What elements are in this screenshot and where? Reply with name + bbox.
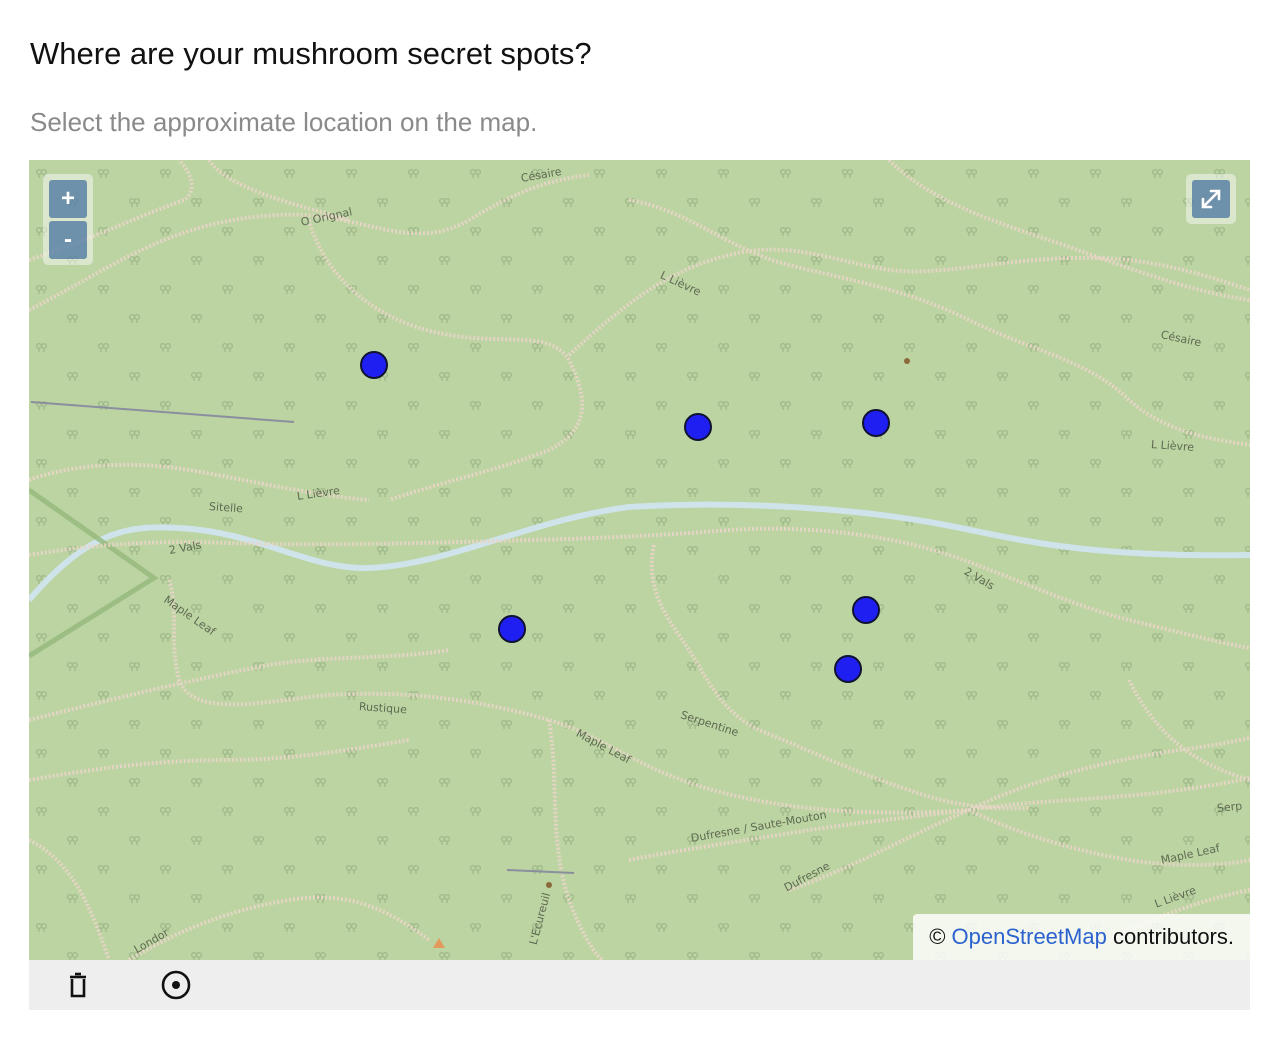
location-marker[interactable] bbox=[360, 351, 388, 379]
delete-button[interactable] bbox=[61, 968, 95, 1002]
zoom-in-button[interactable]: + bbox=[49, 180, 87, 218]
fullscreen-button[interactable] bbox=[1192, 180, 1230, 218]
location-marker[interactable] bbox=[684, 413, 712, 441]
question-title: Where are your mushroom secret spots? bbox=[30, 36, 592, 71]
trash-icon bbox=[70, 972, 86, 998]
question-description: Select the approximate location on the m… bbox=[30, 107, 538, 137]
map-toolbar bbox=[29, 960, 1250, 1010]
map-tiles[interactable] bbox=[29, 160, 1250, 960]
attribution-prefix: © bbox=[929, 924, 952, 949]
location-marker[interactable] bbox=[852, 596, 880, 624]
openstreetmap-link[interactable]: OpenStreetMap bbox=[952, 924, 1107, 949]
map-label: Sitelle bbox=[208, 500, 244, 516]
attribution-suffix: contributors. bbox=[1106, 924, 1234, 949]
location-marker[interactable] bbox=[862, 409, 890, 437]
map[interactable]: Césaire O Orignal L Lièvre Césaire L Liè… bbox=[29, 160, 1250, 960]
map-attribution: © OpenStreetMap contributors. bbox=[913, 914, 1250, 960]
draw-point-button[interactable] bbox=[159, 968, 193, 1002]
zoom-out-button[interactable]: - bbox=[49, 221, 87, 259]
map-label: Serp bbox=[1216, 799, 1243, 815]
expand-icon bbox=[1201, 189, 1221, 209]
draw-point-icon bbox=[161, 970, 191, 1000]
fullscreen-control bbox=[1186, 174, 1236, 224]
location-marker[interactable] bbox=[498, 615, 526, 643]
location-marker[interactable] bbox=[834, 655, 862, 683]
zoom-control: + - bbox=[43, 174, 93, 265]
